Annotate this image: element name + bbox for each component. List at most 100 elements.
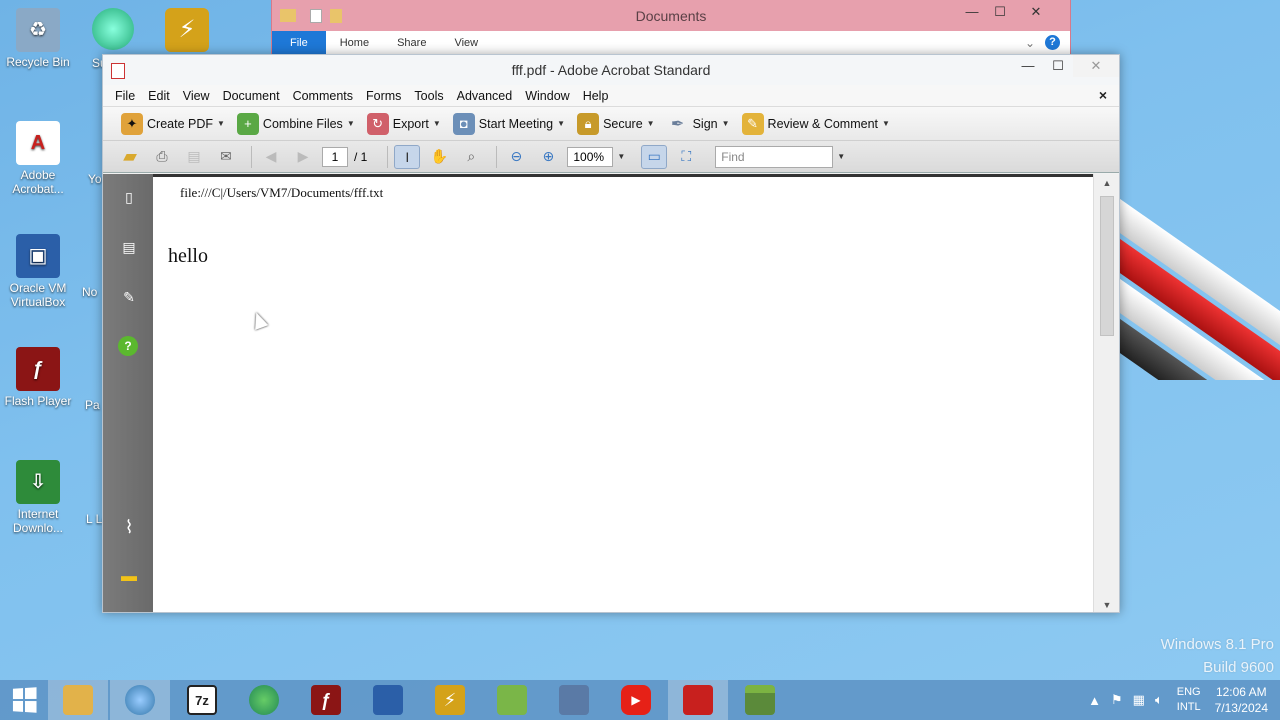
acrobat-minimize-button[interactable]: — <box>1013 55 1043 77</box>
explorer-tab-home[interactable]: Home <box>326 31 383 55</box>
menu-window[interactable]: Window <box>525 89 569 103</box>
combine-files-button[interactable]: + Combine Files ▼ <box>236 112 355 135</box>
zoom-level-input[interactable]: 100% <box>567 146 614 167</box>
desktop-icon-internet-download[interactable]: ⇩ Internet Downlo... <box>3 460 73 535</box>
menu-file[interactable]: File <box>115 89 135 103</box>
help-icon[interactable]: ? <box>1045 35 1060 50</box>
scroll-down-icon[interactable]: ▼ <box>1094 600 1120 610</box>
taskbar-download-manager[interactable] <box>234 680 294 720</box>
sign-label: Sign <box>692 116 718 131</box>
clock[interactable]: 12:06 AM 7/13/2024 <box>1215 684 1268 716</box>
explorer-tab-share[interactable]: Share <box>383 31 440 55</box>
export-icon: ↻ <box>366 112 389 135</box>
menu-comments[interactable]: Comments <box>293 89 353 103</box>
notepad-plus-icon <box>497 685 527 715</box>
taskbar-flash[interactable]: ƒ <box>296 680 356 720</box>
scroll-up-icon[interactable]: ▲ <box>1094 178 1120 188</box>
watermark-edition: Windows 8.1 Pro <box>1160 636 1274 653</box>
desktop-icon-adobe-acrobat[interactable]: A Adobe Acrobat... <box>3 121 73 196</box>
taskbar-browser[interactable] <box>110 680 170 720</box>
network-icon[interactable]: ▦ <box>1133 692 1145 708</box>
taskbar-7zip[interactable]: 7z <box>172 680 232 720</box>
signatures-icon[interactable]: ✎ <box>118 286 140 308</box>
explorer-close-button[interactable]: ✕ <box>1014 0 1058 24</box>
tray-expand-icon[interactable]: ▲ <box>1088 693 1101 708</box>
sign-button[interactable]: ✒ Sign ▼ <box>667 113 730 135</box>
document-close-button[interactable]: × <box>1099 87 1107 103</box>
volume-muted-icon[interactable]: 🔈︎ <box>1155 692 1163 708</box>
explorer-minimize-button[interactable]: — <box>958 0 986 24</box>
menu-document[interactable]: Document <box>223 89 280 103</box>
review-comment-button[interactable]: ✎ Review & Comment ▼ <box>741 112 890 135</box>
acrobat-maximize-button[interactable]: ☐ <box>1043 55 1073 77</box>
zoom-out-icon[interactable]: ⊖ <box>503 145 529 169</box>
explorer-tab-file[interactable]: File <box>272 30 326 55</box>
email-icon[interactable]: ✉ <box>213 145 239 169</box>
menu-bar: File Edit View Document Comments Forms T… <box>103 85 1119 107</box>
acrobat-close-button[interactable]: ✕ <box>1073 55 1119 77</box>
chevron-down-icon[interactable]: ⌄ <box>1025 36 1035 50</box>
zoom-dropdown-icon[interactable]: ▼ <box>617 152 625 161</box>
folder-icon <box>63 685 93 715</box>
fit-page-icon[interactable]: ⛶ <box>673 145 699 169</box>
zoom-in-icon[interactable]: ⊕ <box>535 145 561 169</box>
select-tool-icon[interactable]: I <box>394 144 421 169</box>
scrollbar-thumb[interactable] <box>1100 196 1114 336</box>
explorer-titlebar[interactable]: Documents — ☐ ✕ <box>272 0 1070 31</box>
desktop-icon-flash-player[interactable]: ƒ Flash Player <box>3 347 73 408</box>
menu-edit[interactable]: Edit <box>148 89 170 103</box>
menu-advanced[interactable]: Advanced <box>457 89 513 103</box>
desktop-icon-partial[interactable]: No <box>82 285 97 299</box>
start-meeting-button[interactable]: ◘ Start Meeting ▼ <box>452 112 565 135</box>
taskbar-file-explorer[interactable] <box>48 680 108 720</box>
taskbar-youtube[interactable]: ▶ <box>606 680 666 720</box>
internet-download-icon <box>249 685 279 715</box>
page-number-input[interactable]: 1 <box>322 146 348 167</box>
create-pdf-button[interactable]: ✦ Create PDF ▼ <box>121 112 225 135</box>
open-folder-icon[interactable]: ▰ <box>117 145 143 169</box>
comments-icon[interactable]: ▬ <box>118 566 140 588</box>
desktop-icon-recycle-bin[interactable]: ♻ Recycle Bin <box>3 8 73 69</box>
fit-width-icon[interactable]: ▭ <box>641 144 668 169</box>
chevron-down-icon: ▼ <box>346 119 355 128</box>
bookmarks-icon[interactable]: ▤ <box>118 236 140 258</box>
tasks-toolbar: ✦ Create PDF ▼ + Combine Files ▼ ↻ Export ▼… <box>103 107 1119 141</box>
start-button[interactable] <box>0 680 48 720</box>
attachments-icon[interactable]: ⌇ <box>118 516 140 538</box>
taskbar-acrobat[interactable] <box>668 680 728 720</box>
menu-forms[interactable]: Forms <box>366 89 401 103</box>
desktop-icon-partial[interactable]: Pa <box>85 398 100 412</box>
page-total: / 1 <box>354 149 368 164</box>
taskbar-tools[interactable] <box>544 680 604 720</box>
next-page-icon[interactable]: ▶ <box>290 145 316 169</box>
document-page[interactable]: file:///C|/Users/VM7/Documents/fff.txt h… <box>153 174 1093 612</box>
acrobat-titlebar[interactable]: fff.pdf - Adobe Acrobat Standard — ☐ ✕ <box>103 55 1119 85</box>
previous-page-icon[interactable]: ◀ <box>258 145 284 169</box>
export-label: Export <box>392 116 429 131</box>
explorer-maximize-button[interactable]: ☐ <box>986 0 1014 24</box>
pages-icon[interactable]: ▯ <box>118 186 140 208</box>
marquee-zoom-icon[interactable]: ⌕ <box>458 145 484 169</box>
explorer-tab-view[interactable]: View <box>440 31 492 55</box>
save-icon[interactable]: ▤ <box>181 145 207 169</box>
desktop-icon-partial[interactable]: Yo <box>88 172 102 186</box>
taskbar-virtualbox[interactable] <box>358 680 418 720</box>
vertical-scrollbar[interactable]: ▲ ▼ <box>1093 174 1119 612</box>
secure-button[interactable]: 🔒︎ Secure ▼ <box>577 112 655 135</box>
winamp-desktop-icon[interactable]: ⚡ <box>165 8 209 52</box>
hand-tool-icon[interactable]: ✋ <box>426 145 452 169</box>
desktop-icon-virtualbox[interactable]: ▣ Oracle VM VirtualBox <box>3 234 73 309</box>
action-center-flag-icon[interactable]: ⚑ <box>1111 692 1123 708</box>
menu-view[interactable]: View <box>183 89 210 103</box>
menu-tools[interactable]: Tools <box>414 89 443 103</box>
print-icon[interactable]: ⎙ <box>149 145 175 169</box>
taskbar-winamp[interactable]: ⚡ <box>420 680 480 720</box>
find-input[interactable]: Find <box>715 145 834 168</box>
find-dropdown-icon[interactable]: ▼ <box>837 152 845 161</box>
taskbar-minecraft[interactable] <box>730 680 790 720</box>
export-button[interactable]: ↻ Export ▼ <box>366 112 441 135</box>
input-language[interactable]: ENG INTL <box>1177 685 1201 715</box>
menu-help[interactable]: Help <box>583 89 609 103</box>
help-icon[interactable]: ? <box>118 336 138 356</box>
taskbar-notepad-plus[interactable] <box>482 680 542 720</box>
